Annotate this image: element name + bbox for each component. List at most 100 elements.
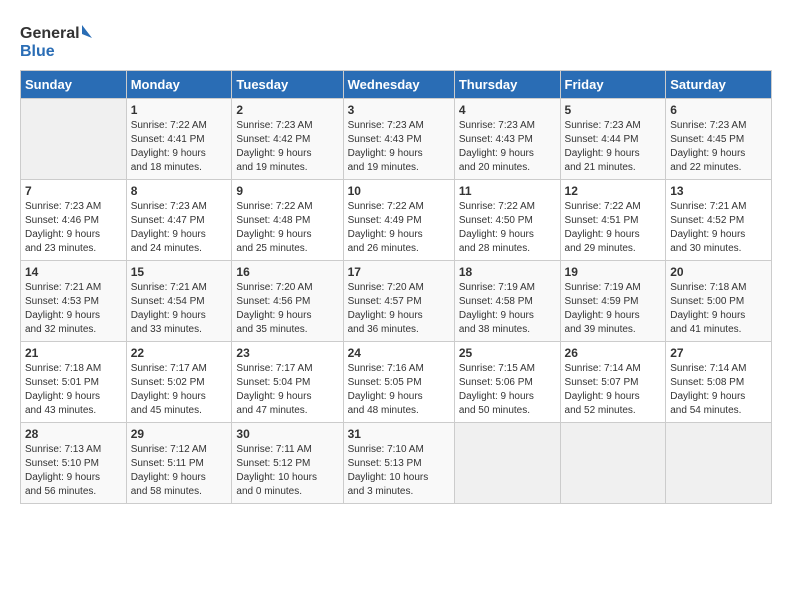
day-number: 31	[348, 427, 450, 441]
day-number: 16	[236, 265, 338, 279]
day-number: 23	[236, 346, 338, 360]
calendar-table: SundayMondayTuesdayWednesdayThursdayFrid…	[20, 70, 772, 504]
day-number: 5	[565, 103, 662, 117]
day-detail: Sunrise: 7:22 AM Sunset: 4:41 PM Dayligh…	[131, 119, 228, 175]
day-detail: Sunrise: 7:18 AM Sunset: 5:01 PM Dayligh…	[25, 362, 122, 418]
day-number: 7	[25, 184, 122, 198]
day-number: 20	[670, 265, 767, 279]
calendar-cell: 20 Sunrise: 7:18 AM Sunset: 5:00 PM Dayli…	[666, 261, 772, 342]
weekday-header-thursday: Thursday	[454, 71, 560, 99]
day-detail: Sunrise: 7:21 AM Sunset: 4:54 PM Dayligh…	[131, 281, 228, 337]
day-number: 27	[670, 346, 767, 360]
day-number: 10	[348, 184, 450, 198]
day-detail: Sunrise: 7:23 AM Sunset: 4:47 PM Dayligh…	[131, 200, 228, 256]
day-detail: Sunrise: 7:20 AM Sunset: 4:57 PM Dayligh…	[348, 281, 450, 337]
calendar-cell: 3 Sunrise: 7:23 AM Sunset: 4:43 PM Daylig…	[343, 99, 454, 180]
calendar-cell: 24 Sunrise: 7:16 AM Sunset: 5:05 PM Dayli…	[343, 342, 454, 423]
calendar-cell: 21 Sunrise: 7:18 AM Sunset: 5:01 PM Dayli…	[21, 342, 127, 423]
calendar-cell: 29 Sunrise: 7:12 AM Sunset: 5:11 PM Dayli…	[126, 423, 232, 504]
svg-text:Blue: Blue	[20, 43, 55, 60]
day-detail: Sunrise: 7:14 AM Sunset: 5:07 PM Dayligh…	[565, 362, 662, 418]
day-detail: Sunrise: 7:14 AM Sunset: 5:08 PM Dayligh…	[670, 362, 767, 418]
day-detail: Sunrise: 7:22 AM Sunset: 4:50 PM Dayligh…	[459, 200, 556, 256]
week-row-5: 28 Sunrise: 7:13 AM Sunset: 5:10 PM Dayli…	[21, 423, 772, 504]
week-row-1: 1 Sunrise: 7:22 AM Sunset: 4:41 PM Daylig…	[21, 99, 772, 180]
day-number: 13	[670, 184, 767, 198]
calendar-cell	[560, 423, 666, 504]
calendar-cell: 10 Sunrise: 7:22 AM Sunset: 4:49 PM Dayli…	[343, 180, 454, 261]
calendar-cell: 11 Sunrise: 7:22 AM Sunset: 4:50 PM Dayli…	[454, 180, 560, 261]
calendar-cell: 23 Sunrise: 7:17 AM Sunset: 5:04 PM Dayli…	[232, 342, 343, 423]
day-number: 19	[565, 265, 662, 279]
calendar-cell: 5 Sunrise: 7:23 AM Sunset: 4:44 PM Daylig…	[560, 99, 666, 180]
day-detail: Sunrise: 7:18 AM Sunset: 5:00 PM Dayligh…	[670, 281, 767, 337]
calendar-cell	[454, 423, 560, 504]
day-number: 22	[131, 346, 228, 360]
calendar-cell: 16Sunrise: 7:20 AM Sunset: 4:56 PM Dayli…	[232, 261, 343, 342]
calendar-cell: 25 Sunrise: 7:15 AM Sunset: 5:06 PM Dayli…	[454, 342, 560, 423]
day-number: 3	[348, 103, 450, 117]
day-number: 14	[25, 265, 122, 279]
day-detail: Sunrise: 7:15 AM Sunset: 5:06 PM Dayligh…	[459, 362, 556, 418]
day-detail: Sunrise: 7:12 AM Sunset: 5:11 PM Dayligh…	[131, 443, 228, 499]
day-detail: Sunrise: 7:23 AM Sunset: 4:42 PM Dayligh…	[236, 119, 338, 175]
page-header: GeneralBlue	[20, 20, 772, 60]
day-number: 18	[459, 265, 556, 279]
calendar-cell: 27 Sunrise: 7:14 AM Sunset: 5:08 PM Dayli…	[666, 342, 772, 423]
day-number: 6	[670, 103, 767, 117]
day-number: 9	[236, 184, 338, 198]
weekday-header-tuesday: Tuesday	[232, 71, 343, 99]
day-detail: Sunrise: 7:21 AM Sunset: 4:53 PM Dayligh…	[25, 281, 122, 337]
week-row-3: 14 Sunrise: 7:21 AM Sunset: 4:53 PM Dayli…	[21, 261, 772, 342]
day-detail: Sunrise: 7:17 AM Sunset: 5:04 PM Dayligh…	[236, 362, 338, 418]
calendar-cell: 7Sunrise: 7:23 AM Sunset: 4:46 PM Daylig…	[21, 180, 127, 261]
logo-svg: GeneralBlue	[20, 20, 100, 60]
week-row-2: 7Sunrise: 7:23 AM Sunset: 4:46 PM Daylig…	[21, 180, 772, 261]
day-number: 8	[131, 184, 228, 198]
calendar-cell: 18 Sunrise: 7:19 AM Sunset: 4:58 PM Dayli…	[454, 261, 560, 342]
calendar-cell: 1 Sunrise: 7:22 AM Sunset: 4:41 PM Daylig…	[126, 99, 232, 180]
day-detail: Sunrise: 7:23 AM Sunset: 4:43 PM Dayligh…	[459, 119, 556, 175]
day-detail: Sunrise: 7:23 AM Sunset: 4:45 PM Dayligh…	[670, 119, 767, 175]
day-number: 12	[565, 184, 662, 198]
day-detail: Sunrise: 7:11 AM Sunset: 5:12 PM Dayligh…	[236, 443, 338, 499]
weekday-header-row: SundayMondayTuesdayWednesdayThursdayFrid…	[21, 71, 772, 99]
logo: GeneralBlue	[20, 20, 100, 60]
day-detail: Sunrise: 7:13 AM Sunset: 5:10 PM Dayligh…	[25, 443, 122, 499]
calendar-cell: 28 Sunrise: 7:13 AM Sunset: 5:10 PM Dayli…	[21, 423, 127, 504]
day-number: 11	[459, 184, 556, 198]
weekday-header-wednesday: Wednesday	[343, 71, 454, 99]
day-number: 24	[348, 346, 450, 360]
calendar-cell: 8 Sunrise: 7:23 AM Sunset: 4:47 PM Daylig…	[126, 180, 232, 261]
day-detail: Sunrise: 7:19 AM Sunset: 4:59 PM Dayligh…	[565, 281, 662, 337]
day-detail: Sunrise: 7:19 AM Sunset: 4:58 PM Dayligh…	[459, 281, 556, 337]
day-detail: Sunrise: 7:22 AM Sunset: 4:51 PM Dayligh…	[565, 200, 662, 256]
calendar-cell: 22 Sunrise: 7:17 AM Sunset: 5:02 PM Dayli…	[126, 342, 232, 423]
day-detail: Sunrise: 7:16 AM Sunset: 5:05 PM Dayligh…	[348, 362, 450, 418]
calendar-cell	[21, 99, 127, 180]
calendar-cell: 14 Sunrise: 7:21 AM Sunset: 4:53 PM Dayli…	[21, 261, 127, 342]
day-number: 28	[25, 427, 122, 441]
weekday-header-friday: Friday	[560, 71, 666, 99]
weekday-header-saturday: Saturday	[666, 71, 772, 99]
day-number: 1	[131, 103, 228, 117]
calendar-cell: 12 Sunrise: 7:22 AM Sunset: 4:51 PM Dayli…	[560, 180, 666, 261]
day-number: 21	[25, 346, 122, 360]
day-detail: Sunrise: 7:22 AM Sunset: 4:49 PM Dayligh…	[348, 200, 450, 256]
day-number: 4	[459, 103, 556, 117]
day-number: 25	[459, 346, 556, 360]
calendar-cell: 13 Sunrise: 7:21 AM Sunset: 4:52 PM Dayli…	[666, 180, 772, 261]
calendar-cell: 6 Sunrise: 7:23 AM Sunset: 4:45 PM Daylig…	[666, 99, 772, 180]
weekday-header-sunday: Sunday	[21, 71, 127, 99]
day-detail: Sunrise: 7:17 AM Sunset: 5:02 PM Dayligh…	[131, 362, 228, 418]
calendar-cell: 4 Sunrise: 7:23 AM Sunset: 4:43 PM Daylig…	[454, 99, 560, 180]
day-detail: Sunrise: 7:21 AM Sunset: 4:52 PM Dayligh…	[670, 200, 767, 256]
day-number: 26	[565, 346, 662, 360]
day-number: 30	[236, 427, 338, 441]
calendar-cell: 2Sunrise: 7:23 AM Sunset: 4:42 PM Daylig…	[232, 99, 343, 180]
day-detail: Sunrise: 7:23 AM Sunset: 4:44 PM Dayligh…	[565, 119, 662, 175]
day-number: 29	[131, 427, 228, 441]
calendar-cell: 17Sunrise: 7:20 AM Sunset: 4:57 PM Dayli…	[343, 261, 454, 342]
day-detail: Sunrise: 7:23 AM Sunset: 4:43 PM Dayligh…	[348, 119, 450, 175]
calendar-cell: 26 Sunrise: 7:14 AM Sunset: 5:07 PM Dayli…	[560, 342, 666, 423]
